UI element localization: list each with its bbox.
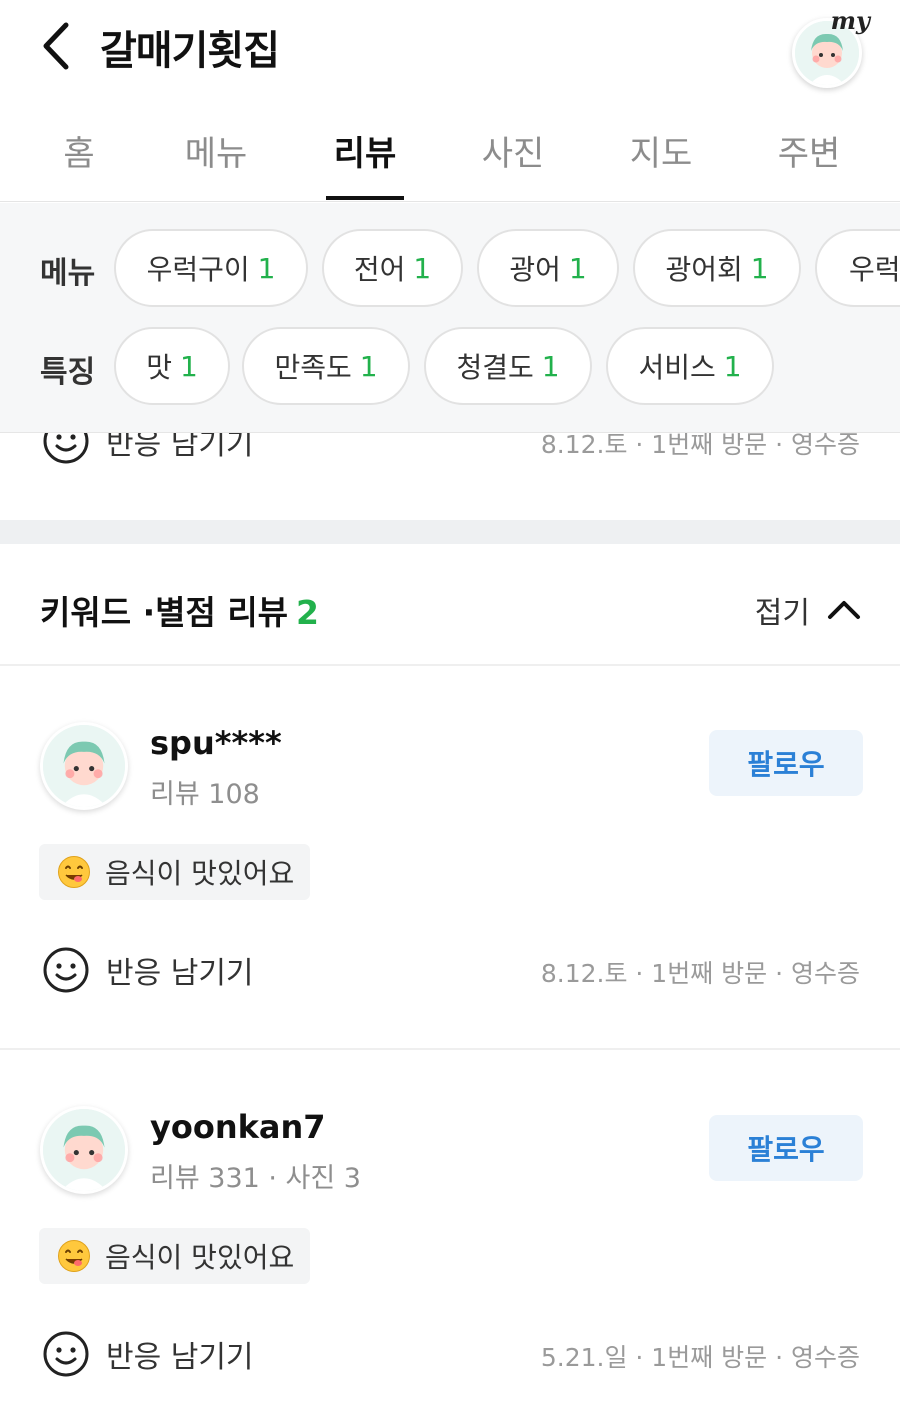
filter-chip[interactable]: 만족도 1: [242, 327, 410, 405]
tab-reviews[interactable]: 리뷰: [300, 126, 430, 175]
filter-chip[interactable]: 서비스 1: [606, 327, 774, 405]
tab-home[interactable]: 홈: [14, 126, 144, 175]
app-header: 갈매기횟집 my: [0, 0, 900, 96]
tab-nearby[interactable]: 주변: [744, 126, 874, 175]
tab-menu[interactable]: 메뉴: [151, 126, 281, 175]
filter-chip[interactable]: 광어회 1: [633, 229, 801, 307]
reviewer-name[interactable]: yoonkan7: [150, 1108, 326, 1146]
my-label: my: [830, 6, 870, 35]
keyword-label: 음식이 맛있어요: [105, 1241, 295, 1274]
tab-photos[interactable]: 사진: [448, 126, 578, 175]
back-button[interactable]: [30, 18, 80, 74]
filter-chip[interactable]: 전어 1: [322, 229, 463, 307]
review-card: spu**** 리뷰 108 팔로우 음식이 맛있어요 반응 남기기 8.12.…: [0, 666, 900, 1048]
reviewer-name[interactable]: spu****: [150, 724, 282, 762]
react-button[interactable]: 반응 남기기: [42, 946, 254, 994]
feature-filter-label: 특징: [40, 355, 96, 390]
react-label: 반응 남기기: [106, 956, 254, 991]
review-card: yoonkan7 리뷰 331 · 사진 3 팔로우 음식이 맛있어요 반응 남…: [0, 1050, 900, 1406]
keyword-tag: 음식이 맛있어요: [39, 1228, 311, 1284]
follow-button[interactable]: 팔로우: [709, 730, 863, 796]
review-count: 2: [296, 593, 320, 632]
filter-chip[interactable]: 청결도 1: [424, 327, 592, 405]
reviewer-stats: 리뷰 108: [150, 779, 260, 810]
follow-button[interactable]: 팔로우: [709, 1115, 863, 1181]
react-button[interactable]: 반응 남기기: [42, 1330, 254, 1378]
review-filter-panel: 메뉴 우럭구이 1 전어 1 광어 1 광어회 1 우럭 특징 맛1 만족도 1 청결도 1…: [0, 203, 900, 433]
smile-icon: [43, 947, 89, 993]
chevron-up-icon: [828, 601, 860, 619]
avatar[interactable]: [40, 722, 128, 810]
yum-emoji-icon: [58, 856, 90, 888]
menu-filter-label: 메뉴: [40, 256, 96, 291]
filter-chip[interactable]: 우럭구이 1: [114, 229, 308, 307]
tab-map[interactable]: 지도: [596, 126, 726, 175]
visit-meta: 5.21.일 · 1번째 방문 · 영수증: [540, 1343, 860, 1372]
fold-button[interactable]: 접기: [755, 588, 864, 632]
filter-chip[interactable]: 광어 1: [477, 229, 619, 307]
yum-emoji-icon: [58, 1240, 90, 1272]
filter-chip[interactable]: 맛1: [114, 327, 230, 405]
keyword-label: 음식이 맛있어요: [105, 857, 295, 890]
section-divider: [0, 520, 900, 544]
my-profile-button[interactable]: my: [792, 6, 870, 88]
user-avatar-icon: [43, 725, 125, 807]
avatar[interactable]: [40, 1106, 128, 1194]
section-title: 키워드 ·별점 리뷰 2: [40, 593, 320, 632]
visit-meta: 8.12.토 · 1번째 방문 · 영수증: [540, 959, 860, 988]
keyword-tag: 음식이 맛있어요: [39, 844, 311, 900]
user-avatar-icon: [43, 1109, 125, 1191]
filter-chip[interactable]: 우럭: [815, 229, 900, 307]
tab-bar: 홈 메뉴 리뷰 사진 지도 주변: [0, 100, 900, 202]
chevron-left-icon: [43, 22, 69, 70]
active-tab-indicator: [326, 196, 404, 200]
page-title: 갈매기횟집: [100, 28, 280, 74]
react-label: 반응 남기기: [106, 1340, 254, 1375]
reviewer-stats: 리뷰 331 · 사진 3: [150, 1163, 361, 1194]
smile-icon: [43, 1331, 89, 1377]
